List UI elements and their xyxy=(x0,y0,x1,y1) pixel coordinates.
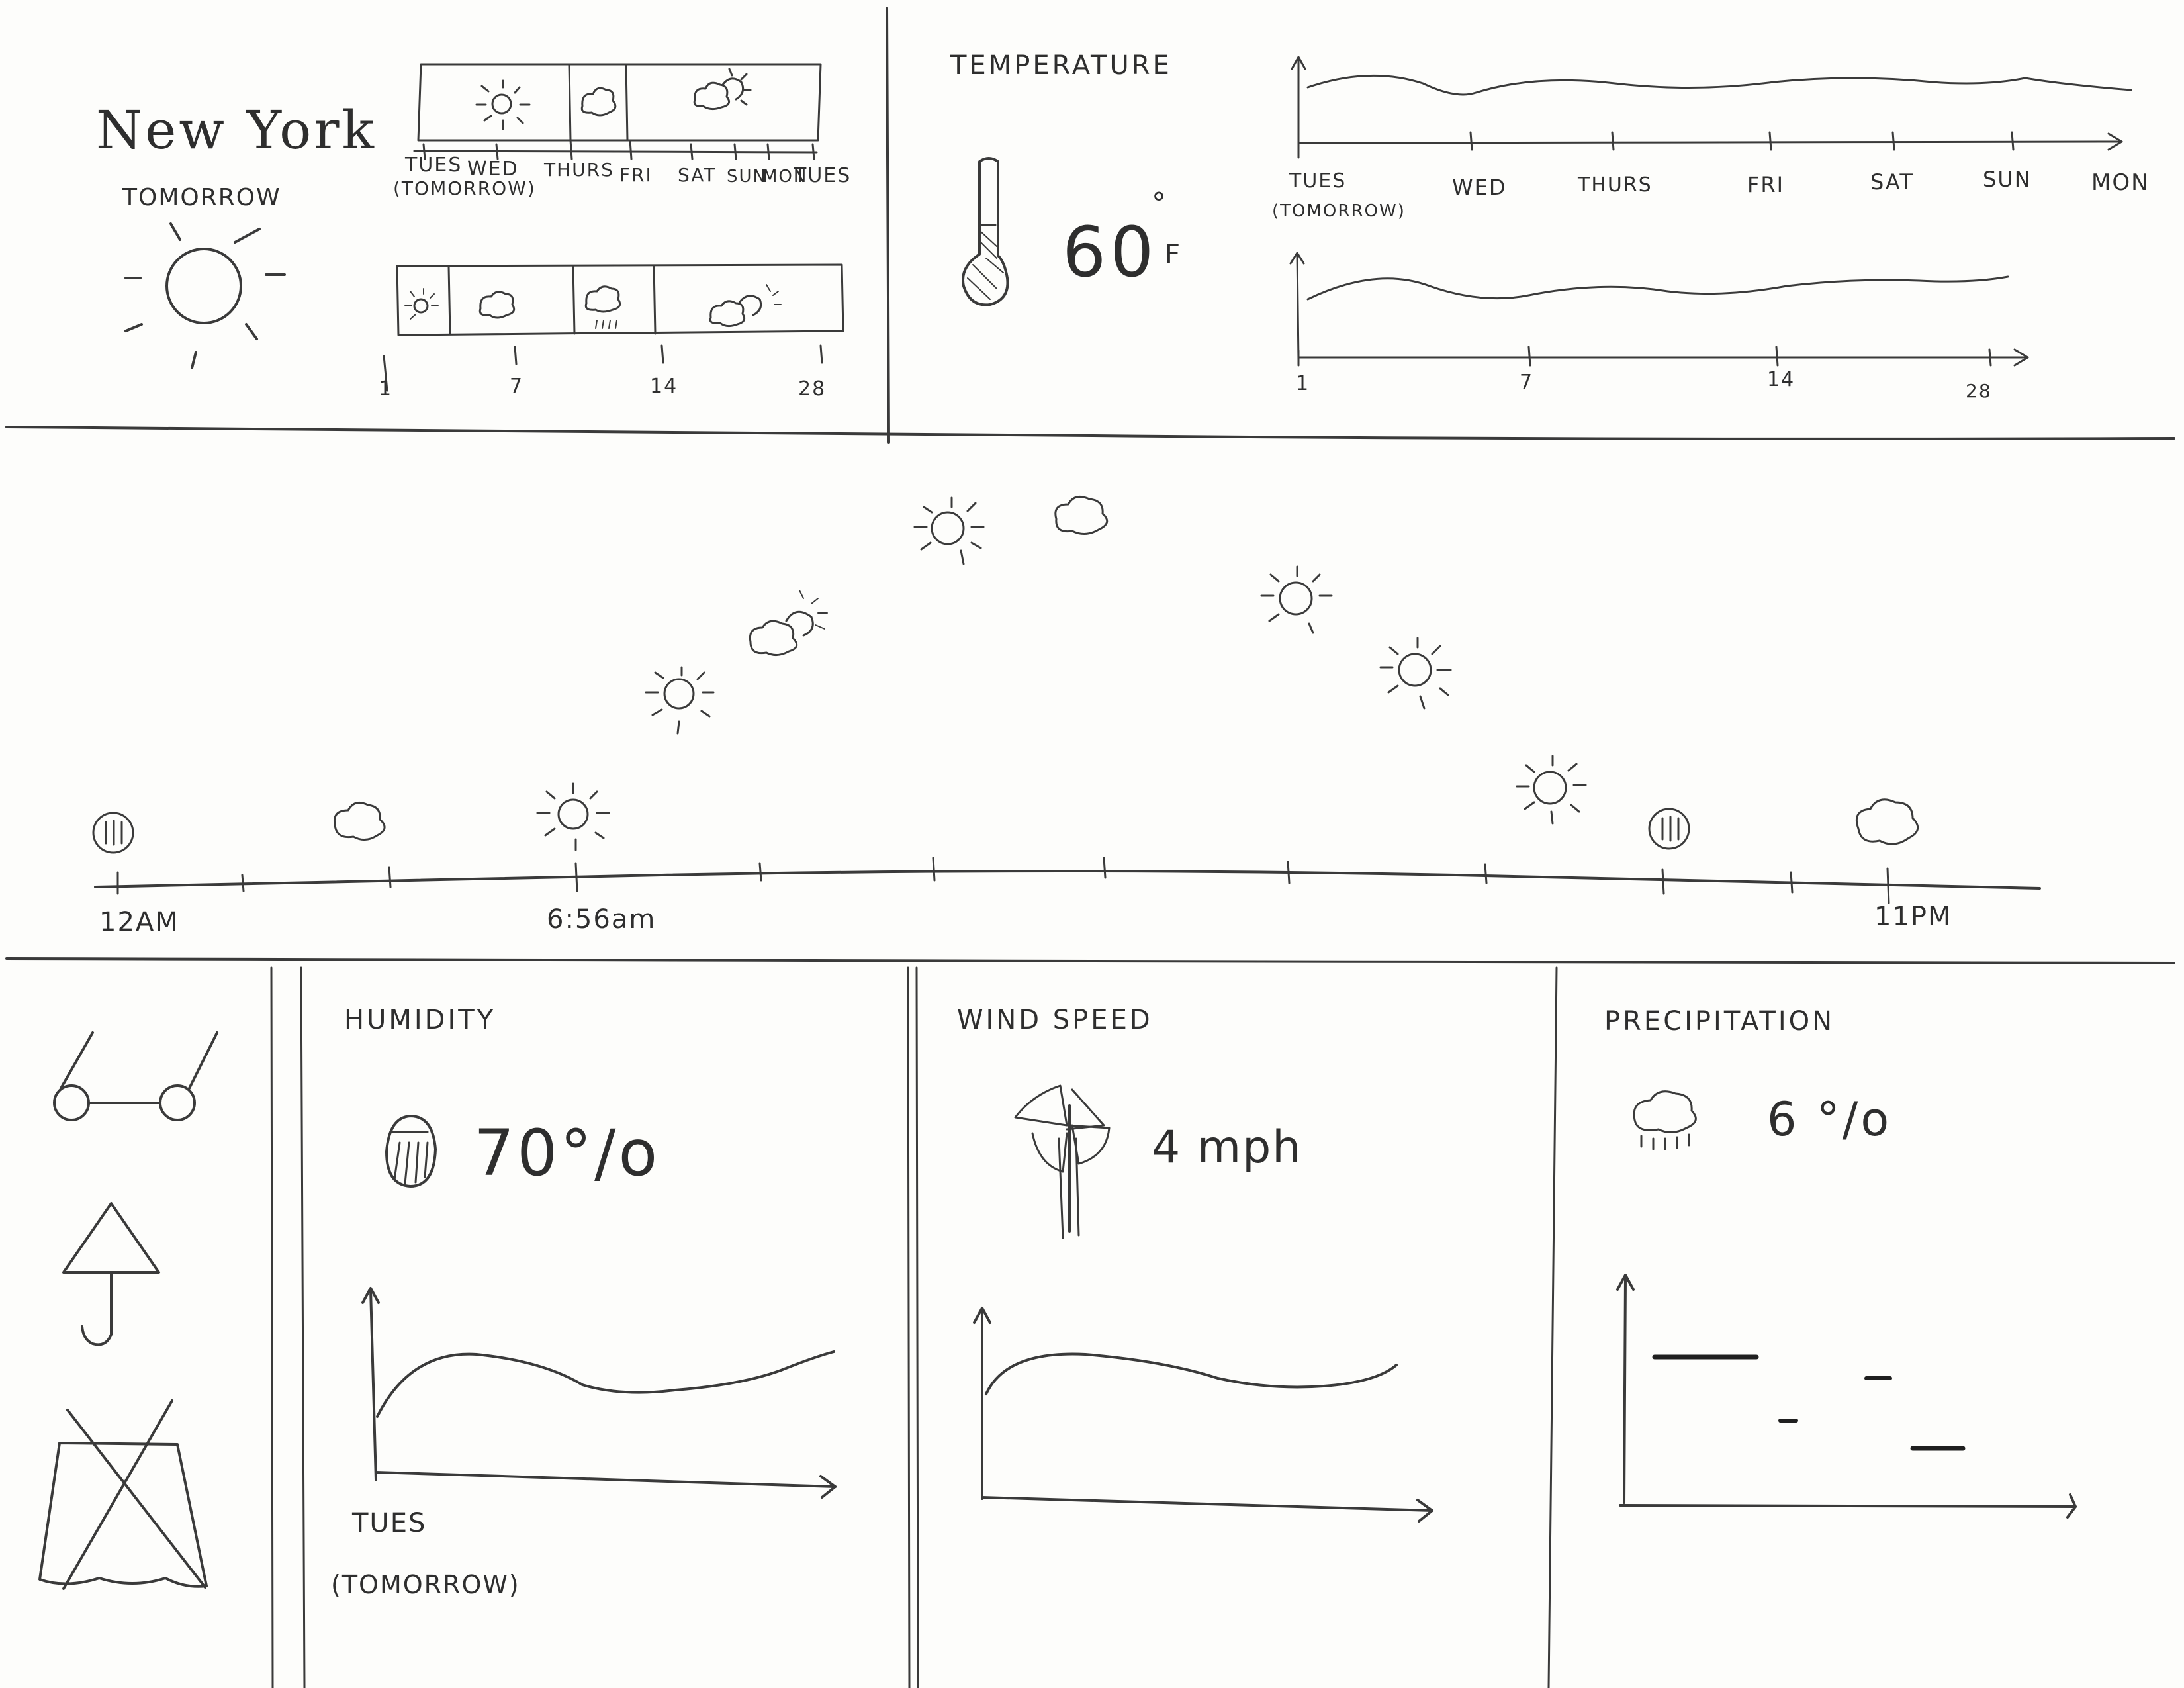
precipitation-chart[interactable] xyxy=(0,0,2184,1688)
